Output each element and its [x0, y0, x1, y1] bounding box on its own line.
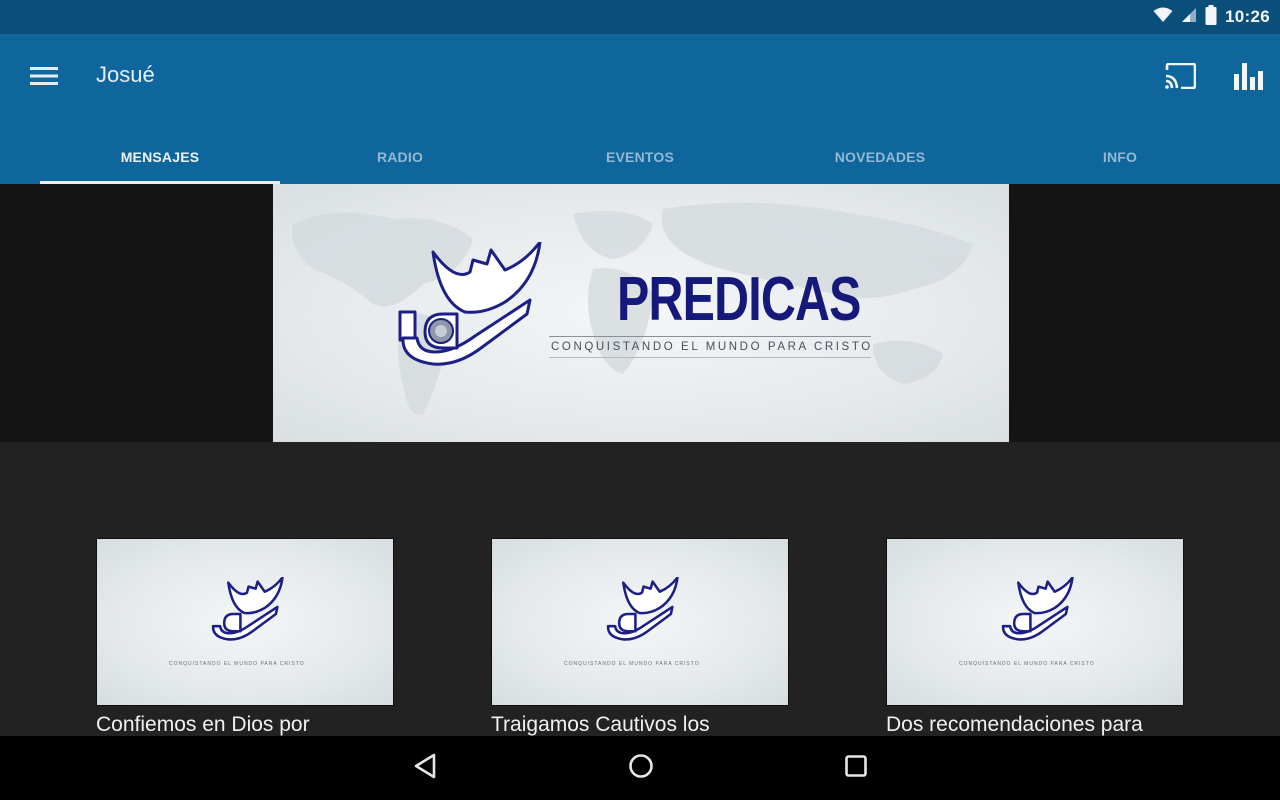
message-list: CONQUISTANDO EL MUNDO PARA CRISTO Confie… [0, 442, 1280, 736]
hero-divider [549, 336, 871, 337]
message-card[interactable]: CONQUISTANDO EL MUNDO PARA CRISTO Traiga… [491, 538, 789, 736]
hamburger-menu-icon [30, 66, 58, 91]
thumbnail-tagline: CONQUISTANDO EL MUNDO PARA CRISTO [564, 661, 700, 667]
back-button[interactable] [401, 748, 449, 788]
cast-button[interactable] [1158, 58, 1202, 98]
home-circle-icon [628, 753, 654, 784]
tab-radio[interactable]: RADIO [280, 130, 520, 184]
thumbnail-tagline: CONQUISTANDO EL MUNDO PARA CRISTO [169, 661, 305, 667]
hero-divider-bottom [549, 357, 871, 358]
tab-novedades[interactable]: NOVEDADES [760, 130, 1000, 184]
message-thumbnail: CONQUISTANDO EL MUNDO PARA CRISTO [886, 538, 1184, 706]
message-thumbnail: CONQUISTANDO EL MUNDO PARA CRISTO [96, 538, 394, 706]
ministry-logo [398, 242, 542, 366]
wifi-icon [1153, 7, 1173, 28]
cast-icon [1164, 62, 1197, 94]
message-title: Traigamos Cautivos los [491, 713, 710, 736]
signal-icon [1181, 7, 1197, 28]
bar-chart-icon [1233, 62, 1263, 95]
ministry-logo [606, 577, 679, 641]
hero-banner[interactable]: PREDICAS CONQUISTANDO EL MUNDO PARA CRIS… [273, 184, 1009, 442]
stats-button[interactable] [1226, 58, 1270, 98]
app-bar: Josué MENSAJES RADIO EVENTOS NOVEDADES I… [0, 34, 1280, 184]
recents-square-icon [844, 754, 868, 783]
thumbnail-tagline: CONQUISTANDO EL MUNDO PARA CRISTO [959, 661, 1095, 667]
message-title: Confiemos en Dios por [96, 713, 310, 736]
app-title: Josué [96, 62, 155, 87]
tab-eventos[interactable]: EVENTOS [520, 130, 760, 184]
status-icons: 10:26 [1153, 4, 1270, 30]
tab-mensajes[interactable]: MENSAJES [40, 130, 280, 184]
recents-button[interactable] [832, 748, 880, 788]
hero-section: PREDICAS CONQUISTANDO EL MUNDO PARA CRIS… [0, 184, 1280, 442]
battery-icon [1205, 4, 1217, 30]
message-title: Dos recomendaciones para [886, 713, 1143, 736]
hero-tagline: CONQUISTANDO EL MUNDO PARA CRISTO [551, 341, 873, 353]
ministry-logo [211, 577, 284, 641]
home-button[interactable] [617, 748, 665, 788]
hero-title: PREDICAS [617, 265, 861, 334]
ministry-logo [1001, 577, 1074, 641]
system-nav-bar [0, 736, 1280, 800]
status-time: 10:26 [1225, 7, 1270, 26]
message-thumbnail: CONQUISTANDO EL MUNDO PARA CRISTO [491, 538, 789, 706]
tab-info[interactable]: INFO [1000, 130, 1240, 184]
menu-button[interactable] [22, 60, 66, 96]
back-triangle-icon [413, 753, 437, 784]
message-card[interactable]: CONQUISTANDO EL MUNDO PARA CRISTO Dos re… [886, 538, 1184, 736]
status-bar: 10:26 [0, 0, 1280, 34]
message-card[interactable]: CONQUISTANDO EL MUNDO PARA CRISTO Confie… [96, 538, 394, 736]
tab-bar: MENSAJES RADIO EVENTOS NOVEDADES INFO [40, 130, 1240, 184]
